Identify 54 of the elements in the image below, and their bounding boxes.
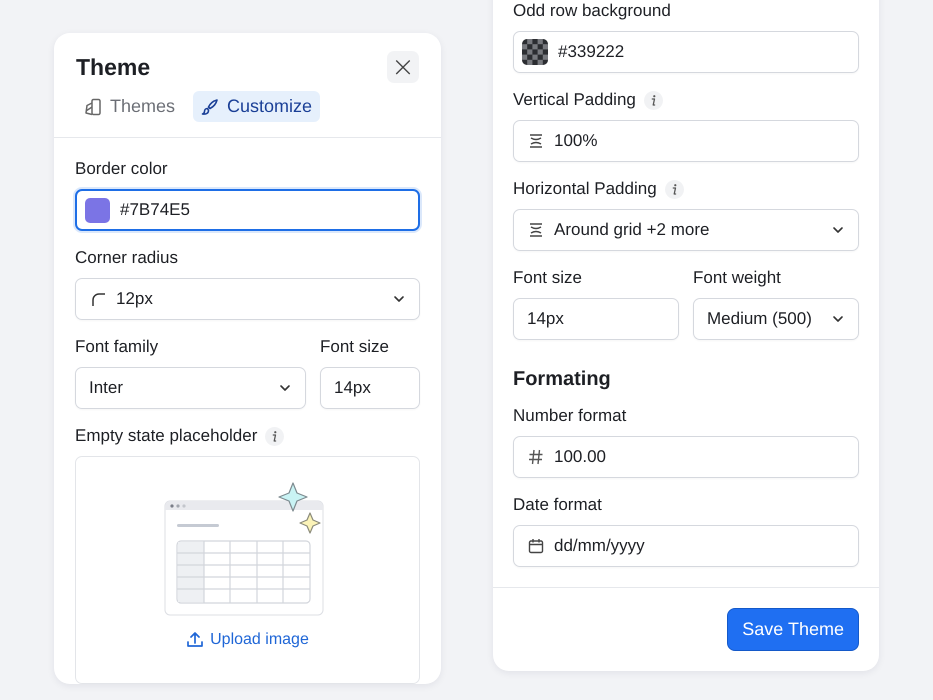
field-value: 14px: [334, 378, 372, 398]
field-value: dd/mm/yyyy: [554, 536, 646, 556]
field-value: Around grid +2 more: [554, 220, 710, 240]
padding-icon: [528, 222, 544, 238]
section-heading: Formating: [513, 368, 612, 391]
input-field[interactable]: dd/mm/yyyy: [513, 525, 859, 567]
input-field[interactable]: 14px: [320, 367, 420, 409]
input-field[interactable]: #7B74E5: [75, 189, 420, 231]
field-label: Font size: [513, 268, 582, 288]
field-label: Font size: [320, 337, 389, 357]
corner-radius-icon: [90, 291, 106, 307]
field-value: 12px: [116, 289, 154, 309]
panel-title: Theme: [76, 54, 150, 80]
field-value: 100.00: [554, 447, 607, 467]
info-icon[interactable]: [664, 180, 684, 198]
close-button[interactable]: ×: [387, 51, 419, 83]
field-value: Inter: [89, 378, 124, 398]
input-field[interactable]: 14px: [513, 298, 679, 340]
select-field[interactable]: Around grid +2 more: [513, 209, 859, 251]
save-theme-button[interactable]: Save Theme: [727, 608, 859, 651]
input-field[interactable]: #339222: [513, 31, 859, 73]
select-field[interactable]: Inter: [75, 367, 306, 409]
select-field[interactable]: 12px: [75, 278, 420, 320]
select-field[interactable]: Medium (500): [693, 298, 859, 340]
palette-icon: [84, 98, 102, 116]
field-label: Vertical Padding: [513, 90, 636, 110]
tab[interactable]: Themes: [76, 91, 184, 122]
calendar-icon: [528, 538, 544, 554]
field-value: #7B74E5: [120, 200, 191, 220]
tab[interactable]: Customize: [193, 91, 320, 122]
field-label: Font family: [75, 337, 158, 357]
info-icon[interactable]: [265, 426, 284, 446]
hash-icon: [528, 449, 544, 465]
checkerboard-icon: [522, 39, 548, 65]
brush-icon: [201, 98, 220, 116]
field-label: Odd row background: [513, 1, 671, 21]
field-label: Horizontal Padding: [513, 179, 657, 199]
info-icon[interactable]: [644, 90, 663, 110]
input-field[interactable]: 100.00: [513, 436, 859, 478]
field-label: Empty state placeholder: [75, 426, 258, 446]
field-value: 14px: [527, 309, 565, 329]
field-label: Font weight: [693, 268, 781, 288]
field-label: Date format: [513, 495, 602, 515]
input-field[interactable]: 100%: [513, 120, 859, 162]
field-label: Border color: [75, 159, 168, 179]
field-label: Corner radius: [75, 248, 178, 268]
field-label: Number format: [513, 406, 626, 426]
field-value: #339222: [558, 42, 626, 62]
field-value: 100%: [554, 131, 598, 151]
upload-icon: [186, 631, 204, 649]
padding-icon: [528, 133, 544, 149]
upload-image-link[interactable]: Upload image: [186, 631, 309, 649]
field-value: Medium (500): [707, 309, 813, 329]
upload-dropzone[interactable]: Upload image: [75, 456, 420, 684]
